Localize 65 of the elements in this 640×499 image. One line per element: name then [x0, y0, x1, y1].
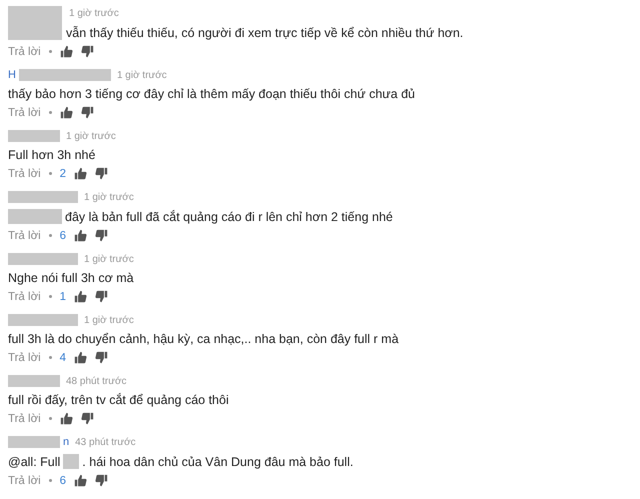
- thumbs-down-icon[interactable]: [95, 229, 108, 242]
- reply-link[interactable]: Trả lời: [8, 46, 41, 58]
- redaction-block: [8, 436, 60, 448]
- comment-text: full rồi đấy, trên tv cắt để quảng cáo thôi: [8, 393, 229, 407]
- reply-link[interactable]: Trả lời: [8, 412, 41, 424]
- timestamp: 1 giờ trước: [84, 314, 134, 326]
- thumbs-up-icon[interactable]: [74, 167, 88, 180]
- reply-link[interactable]: Trả lời: [8, 230, 41, 242]
- redaction-block: [8, 6, 62, 40]
- separator-dot-icon: [48, 417, 52, 420]
- like-count: 1: [60, 290, 66, 302]
- thumbs-up-icon[interactable]: [74, 474, 88, 487]
- redaction-block: [8, 130, 60, 142]
- comment-text: . hái hoa dân chủ của Vân Dung đâu mà bảo full.: [82, 454, 354, 468]
- redaction-block: [63, 454, 80, 469]
- thumbs-up-icon[interactable]: [60, 106, 73, 119]
- comment-text: thấy bảo hơn 3 tiếng cơ đây chỉ là thêm mấy đoạn thiếu thôi chứ chưa đủ: [8, 87, 415, 101]
- reply-link[interactable]: Trả lời: [8, 168, 41, 180]
- timestamp: 43 phút trước: [75, 436, 136, 448]
- timestamp: 1 giờ trước: [116, 70, 167, 80]
- timestamp: 1 giờ trước: [84, 192, 134, 202]
- comment-text: @all: Full: [8, 454, 60, 468]
- separator-dot-icon: [48, 234, 52, 237]
- comment-text: Full hơn 3h nhé: [8, 148, 96, 162]
- redaction-block: [8, 314, 78, 326]
- thumbs-down-icon[interactable]: [95, 290, 108, 303]
- separator-dot-icon: [48, 50, 52, 53]
- reply-link[interactable]: Trả lời: [8, 106, 41, 118]
- like-count: 2: [60, 168, 66, 180]
- comment-text: đây là bản full đã cắt quảng cáo đi r lên chỉ hơn 2 tiếng nhé: [65, 210, 393, 224]
- comment-text: full 3h là do chuyển cảnh, hậu kỳ, ca nhạc,.. nha bạn, còn đây full r mà: [8, 332, 399, 346]
- thumbs-down-icon[interactable]: [80, 45, 94, 58]
- timestamp: 48 phút trước: [66, 376, 127, 386]
- separator-dot-icon: [48, 479, 52, 482]
- redaction-block: [8, 191, 78, 203]
- author-name[interactable]: n: [63, 436, 70, 448]
- redaction-block: [8, 375, 60, 387]
- thumbs-up-icon[interactable]: [74, 351, 88, 364]
- thumbs-down-icon[interactable]: [95, 167, 108, 180]
- comment-text: vẫn thấy thiếu thiếu, có người đi xem trực tiếp về kể còn nhiều thứ hơn.: [66, 26, 464, 40]
- thumbs-up-icon[interactable]: [74, 290, 88, 303]
- thumbs-up-icon[interactable]: [60, 45, 73, 58]
- like-count: 6: [60, 230, 66, 242]
- thumbs-up-icon[interactable]: [74, 229, 88, 242]
- separator-dot-icon: [48, 295, 52, 298]
- thumbs-up-icon[interactable]: [60, 412, 73, 425]
- like-count: 4: [60, 352, 66, 364]
- redaction-block: [8, 253, 78, 265]
- timestamp: 1 giờ trước: [84, 254, 134, 264]
- thumbs-down-icon[interactable]: [95, 474, 108, 487]
- reply-link[interactable]: Trả lời: [8, 352, 41, 364]
- timestamp: 1 giờ trước: [66, 130, 116, 142]
- separator-dot-icon: [48, 172, 52, 175]
- separator-dot-icon: [48, 111, 52, 114]
- thumbs-down-icon[interactable]: [80, 106, 94, 119]
- redaction-block: [8, 209, 62, 224]
- reply-link[interactable]: Trả lời: [8, 474, 41, 486]
- thumbs-down-icon[interactable]: [95, 351, 108, 364]
- separator-dot-icon: [48, 356, 52, 359]
- thumbs-down-icon[interactable]: [80, 412, 94, 425]
- comment-text: Nghe nói full 3h cơ mà: [8, 271, 134, 285]
- reply-link[interactable]: Trả lời: [8, 290, 41, 302]
- like-count: 6: [60, 474, 66, 486]
- timestamp: 1 giờ trước: [69, 8, 119, 18]
- author-name[interactable]: H: [8, 69, 16, 81]
